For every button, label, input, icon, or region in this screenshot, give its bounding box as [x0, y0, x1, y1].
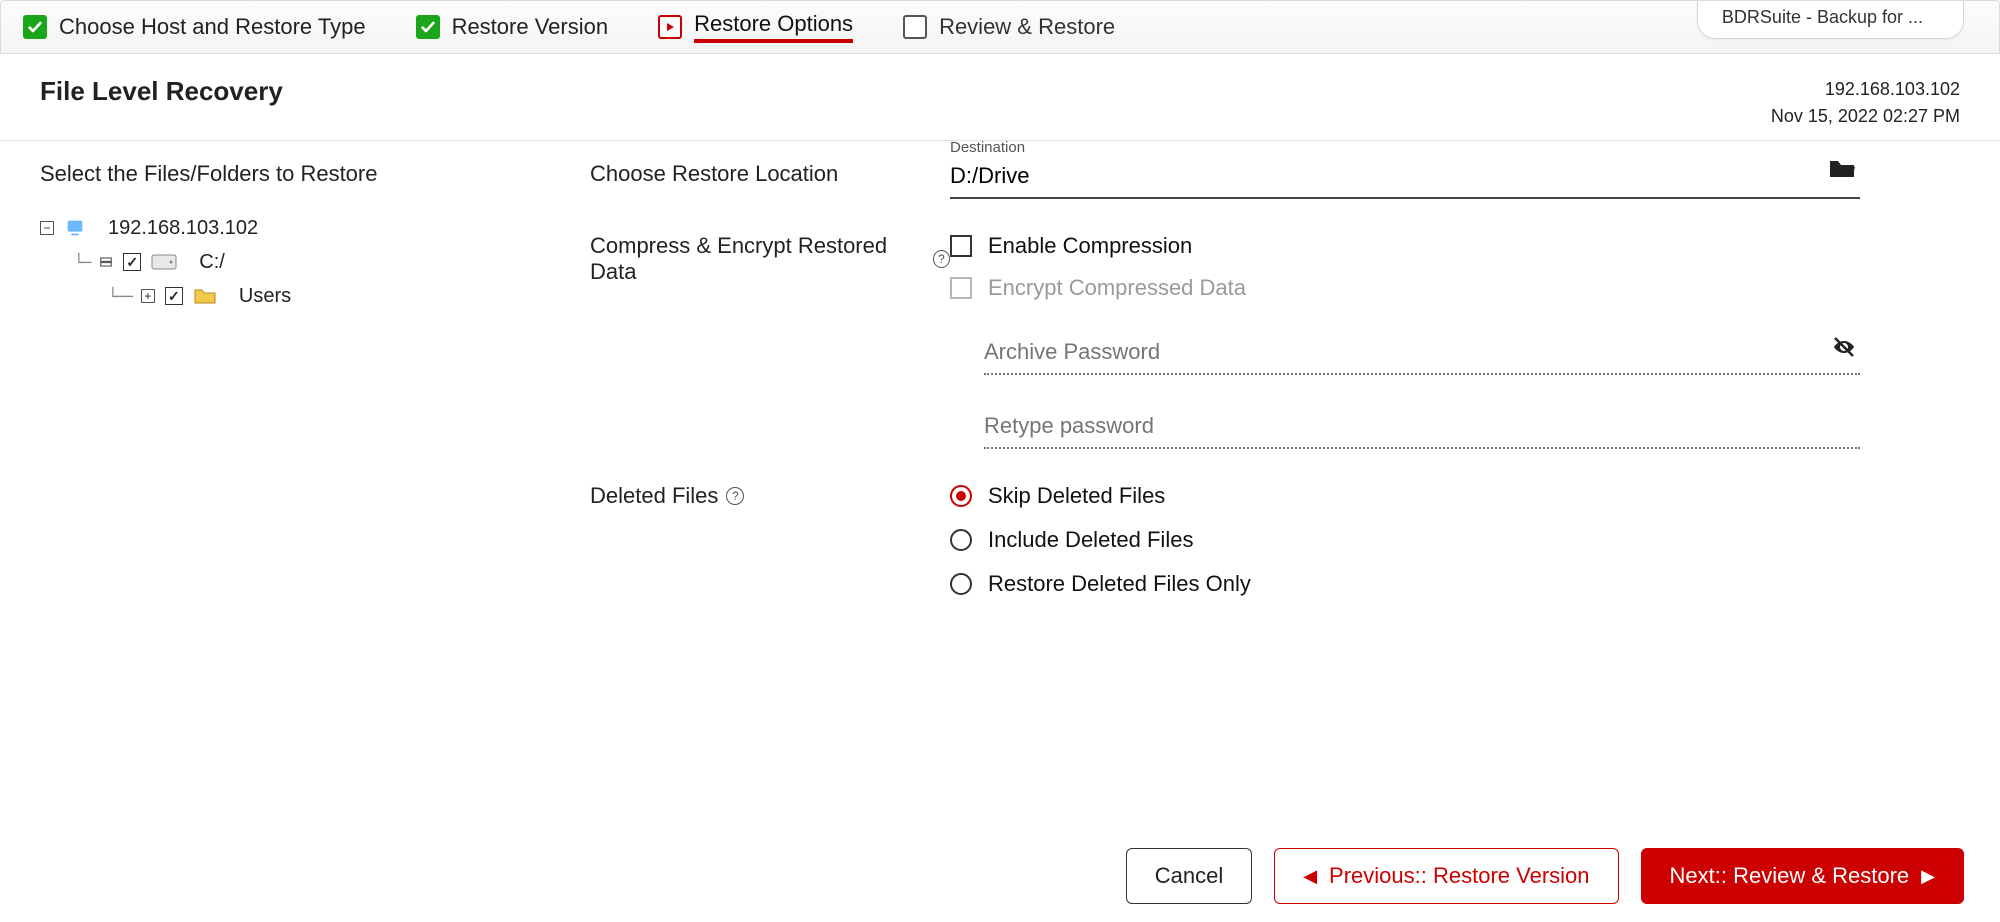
row-deleted-files: Deleted Files ? Skip Deleted Files Inclu… — [590, 483, 1860, 615]
play-icon — [658, 15, 682, 39]
button-label: Next:: Review & Restore — [1670, 863, 1910, 889]
archive-password-field — [984, 339, 1860, 375]
radio-label: Include Deleted Files — [988, 527, 1193, 553]
row-restore-location: Choose Restore Location Destination — [590, 161, 1860, 199]
previous-button[interactable]: ◀ Previous:: Restore Version — [1274, 848, 1618, 904]
eye-off-icon[interactable] — [1830, 335, 1858, 364]
tree-checkbox[interactable] — [165, 287, 183, 305]
meta-timestamp: Nov 15, 2022 02:27 PM — [1771, 103, 1960, 130]
wizard-stepper: Choose Host and Restore Type Restore Ver… — [0, 0, 2000, 54]
left-panel: Select the Files/Folders to Restore − 19… — [40, 161, 560, 649]
wizard-footer: Cancel ◀ Previous:: Restore Version Next… — [1126, 848, 1964, 904]
checkbox-enable-compression[interactable]: Enable Compression — [950, 233, 1860, 259]
check-icon — [23, 15, 47, 39]
step-restore-version[interactable]: Restore Version — [416, 14, 609, 40]
empty-checkbox-icon — [903, 15, 927, 39]
tree-drive-label: C:/ — [199, 251, 225, 274]
compress-encrypt-label: Compress & Encrypt Restored Data — [590, 233, 925, 285]
folder-icon — [193, 287, 217, 305]
radio-restore-deleted-only[interactable]: Restore Deleted Files Only — [950, 571, 1860, 597]
collapse-icon[interactable]: − — [40, 221, 54, 235]
step-choose-host[interactable]: Choose Host and Restore Type — [23, 14, 366, 40]
tree-connector-icon: └── — [108, 287, 131, 306]
retype-password-input[interactable] — [984, 413, 1860, 449]
button-label: Previous:: Restore Version — [1329, 863, 1589, 889]
right-panel: Choose Restore Location Destination Comp… — [590, 161, 1960, 649]
retype-password-field — [984, 413, 1860, 449]
tree-checkbox[interactable] — [123, 253, 141, 271]
radio-include-deleted[interactable]: Include Deleted Files — [950, 527, 1860, 553]
expand-icon[interactable]: + — [141, 289, 155, 303]
step-label: Choose Host and Restore Type — [59, 14, 366, 40]
destination-input[interactable] — [950, 161, 1860, 199]
app-tab[interactable]: BDRSuite - Backup for ... — [1697, 1, 1964, 39]
step-label: Restore Version — [452, 14, 609, 40]
tree-folder-row[interactable]: └── + Users — [40, 279, 560, 313]
checkbox-label: Encrypt Compressed Data — [988, 275, 1246, 301]
radio-icon — [950, 485, 972, 507]
tree-connector-icon: └─ — [74, 253, 89, 272]
page-meta: 192.168.103.102 Nov 15, 2022 02:27 PM — [1771, 76, 1960, 130]
deleted-files-label: Deleted Files — [590, 483, 718, 509]
help-icon[interactable]: ? — [933, 250, 950, 268]
checkbox-icon — [950, 277, 972, 299]
destination-caption: Destination — [950, 139, 1025, 156]
tree-root-label: 192.168.103.102 — [108, 217, 258, 240]
step-review-restore[interactable]: Review & Restore — [903, 14, 1115, 40]
checkbox-encrypt-compressed: Encrypt Compressed Data — [950, 275, 1860, 301]
button-label: Cancel — [1155, 863, 1223, 889]
chevron-right-icon: ▶ — [1921, 866, 1935, 887]
checkbox-icon — [950, 235, 972, 257]
restore-location-label: Choose Restore Location — [590, 161, 950, 187]
collapse-icon[interactable] — [99, 255, 113, 269]
step-label: Restore Options — [694, 11, 853, 43]
archive-password-input[interactable] — [984, 339, 1860, 375]
host-icon — [64, 217, 86, 239]
step-label: Review & Restore — [939, 14, 1115, 40]
help-icon[interactable]: ? — [726, 487, 744, 505]
next-button[interactable]: Next:: Review & Restore ▶ — [1641, 848, 1964, 904]
radio-icon — [950, 529, 972, 551]
file-tree: − 192.168.103.102 └─ C:/ └── + — [40, 211, 560, 313]
check-icon — [416, 15, 440, 39]
cancel-button[interactable]: Cancel — [1126, 848, 1252, 904]
chevron-left-icon: ◀ — [1303, 866, 1317, 887]
page-header: File Level Recovery 192.168.103.102 Nov … — [0, 54, 2000, 141]
browse-folder-icon[interactable] — [1828, 157, 1856, 184]
tree-drive-row[interactable]: └─ C:/ — [40, 245, 560, 279]
meta-host: 192.168.103.102 — [1771, 76, 1960, 103]
tree-folder-label: Users — [239, 285, 291, 308]
step-restore-options[interactable]: Restore Options — [658, 11, 853, 43]
drive-icon — [151, 254, 177, 270]
checkbox-label: Enable Compression — [988, 233, 1192, 259]
main-area: Select the Files/Folders to Restore − 19… — [0, 141, 2000, 649]
row-compress-encrypt: Compress & Encrypt Restored Data ? Enabl… — [590, 233, 1860, 449]
app-tab-label: BDRSuite - Backup for ... — [1722, 7, 1923, 27]
radio-label: Skip Deleted Files — [988, 483, 1165, 509]
tree-subtitle: Select the Files/Folders to Restore — [40, 161, 560, 187]
radio-label: Restore Deleted Files Only — [988, 571, 1251, 597]
radio-icon — [950, 573, 972, 595]
tree-root-row[interactable]: − 192.168.103.102 — [40, 211, 560, 245]
radio-skip-deleted[interactable]: Skip Deleted Files — [950, 483, 1860, 509]
page-title: File Level Recovery — [40, 76, 283, 107]
